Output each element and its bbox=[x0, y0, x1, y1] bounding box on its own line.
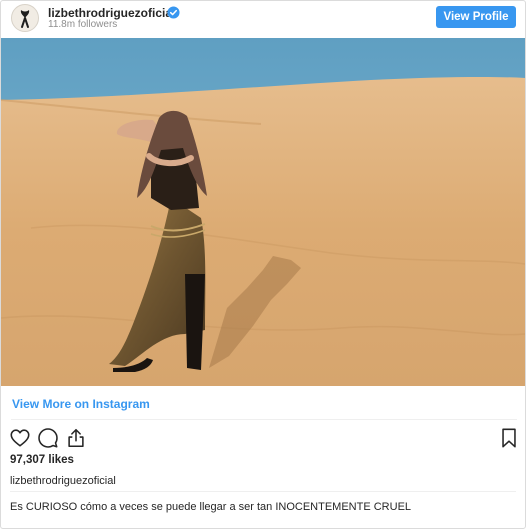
divider bbox=[10, 491, 516, 492]
instagram-embed-card: lizbethrodriguezoficial 11.8m followers … bbox=[0, 0, 526, 529]
follower-count: 11.8m followers bbox=[48, 19, 118, 30]
view-profile-button[interactable]: View Profile bbox=[436, 6, 516, 28]
share-icon[interactable] bbox=[65, 427, 87, 449]
like-count[interactable]: 97,307 likes bbox=[10, 454, 74, 466]
comment-icon[interactable] bbox=[37, 427, 59, 449]
avatar[interactable] bbox=[11, 4, 39, 32]
action-bar bbox=[1, 427, 525, 449]
post-image[interactable] bbox=[1, 38, 525, 386]
post-header: lizbethrodriguezoficial 11.8m followers … bbox=[1, 1, 525, 37]
bookmark-icon[interactable] bbox=[498, 427, 520, 449]
caption-username[interactable]: lizbethrodriguezoficial bbox=[10, 475, 116, 487]
verified-badge-icon bbox=[167, 6, 180, 19]
caption-text: Es CURIOSO cómo a veces se puede llegar … bbox=[10, 501, 412, 513]
view-more-on-instagram-link[interactable]: View More on Instagram bbox=[12, 397, 150, 411]
heart-icon[interactable] bbox=[9, 427, 31, 449]
username[interactable]: lizbethrodriguezoficial bbox=[48, 6, 175, 20]
divider bbox=[11, 419, 517, 420]
